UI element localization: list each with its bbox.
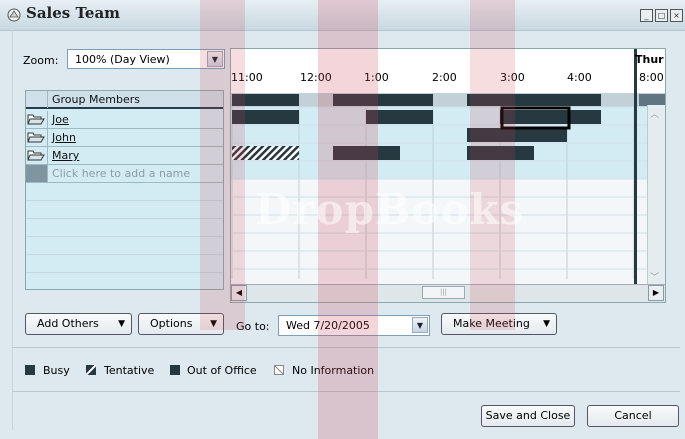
options-button[interactable]: Options ▼	[138, 313, 224, 335]
cancel-label: Cancel	[614, 409, 652, 422]
member-name[interactable]: John	[52, 131, 76, 144]
add-others-label: Add Others	[37, 317, 99, 330]
add-others-button[interactable]: Add Others ▼	[25, 313, 132, 335]
scroll-left-icon[interactable]: ◀	[231, 285, 247, 301]
frame-divider	[12, 30, 13, 430]
chevron-down-icon: ▼	[543, 319, 550, 329]
busy-block	[467, 94, 601, 106]
time-label: 3:00	[500, 71, 525, 84]
add-row-marker	[26, 165, 48, 182]
folder-open-icon	[26, 129, 48, 146]
legend-label: Busy	[43, 364, 70, 377]
chevron-up-icon[interactable]: ︿	[650, 107, 659, 120]
empty-row	[26, 237, 223, 255]
goto-date-select[interactable]: Wed 7/20/2005 ▼	[278, 315, 430, 336]
empty-row	[26, 201, 223, 219]
free-busy-grid[interactable]: 11:00 12:00 1:00 2:00 3:00 4:00 8:00 Thu…	[230, 48, 666, 303]
separator	[12, 347, 680, 348]
header-corner	[26, 91, 48, 108]
group-members-list: Group Members Joe John Mary Click here t…	[25, 90, 224, 290]
joe-busy-blocks	[232, 110, 601, 124]
minimize-icon[interactable]: _	[640, 9, 653, 22]
group-icon	[7, 8, 21, 22]
save-and-close-label: Save and Close	[485, 409, 571, 422]
no-information-swatch	[274, 365, 284, 375]
busy-block	[232, 110, 299, 124]
time-label: 4:00	[567, 71, 592, 84]
members-header: Group Members	[26, 91, 223, 109]
empty-row	[26, 255, 223, 273]
busy-block	[232, 94, 299, 106]
empty-row	[26, 183, 223, 201]
vertical-scrollbar[interactable]: ︿ ﹀	[647, 105, 665, 285]
member-row-joe[interactable]: Joe	[26, 111, 223, 129]
legend-label: Out of Office	[187, 364, 257, 377]
chevron-down-icon: ▼	[210, 319, 217, 329]
scheduling-window: Sales Team _ □ × Zoom: 100% (Day View) ▼…	[0, 0, 685, 439]
time-label: 12:00	[300, 71, 332, 84]
out-of-office-swatch	[170, 365, 180, 375]
legend-label: Tentative	[104, 364, 155, 377]
member-row-mary[interactable]: Mary	[26, 147, 223, 165]
zoom-label: Zoom:	[23, 54, 59, 67]
chevron-down-icon[interactable]: ▼	[412, 317, 428, 333]
busy-block	[467, 128, 567, 142]
goto-label: Go to:	[236, 320, 270, 333]
chevron-down-icon[interactable]: ﹀	[650, 270, 659, 283]
time-label: 11:00	[231, 71, 263, 84]
cancel-button[interactable]: Cancel	[587, 405, 679, 427]
folder-open-icon	[26, 111, 48, 128]
make-meeting-button[interactable]: Make Meeting ▼	[441, 313, 557, 335]
busy-block	[467, 146, 534, 160]
time-label: 1:00	[364, 71, 389, 84]
chevron-down-icon[interactable]: ▼	[207, 51, 223, 67]
folder-open-icon	[26, 147, 48, 164]
make-meeting-label: Make Meeting	[453, 317, 530, 330]
zoom-value: 100% (Day View)	[75, 53, 170, 66]
add-name-placeholder[interactable]: Click here to add a name	[52, 167, 190, 180]
goto-value: Wed 7/20/2005	[286, 319, 370, 332]
member-name[interactable]: Mary	[52, 149, 79, 162]
close-icon[interactable]: ×	[670, 9, 683, 22]
chevron-down-icon: ▼	[118, 319, 125, 329]
busy-block	[366, 110, 433, 124]
day-divider	[634, 49, 637, 287]
busy-block	[500, 110, 601, 124]
separator	[12, 391, 680, 392]
time-label: 8:00	[639, 71, 664, 84]
member-name[interactable]: Joe	[52, 113, 69, 126]
options-label: Options	[150, 317, 193, 330]
mary-busy-blocks	[232, 146, 534, 160]
restore-icon[interactable]: □	[655, 9, 668, 22]
time-label: 2:00	[432, 71, 457, 84]
members-header-label: Group Members	[52, 93, 140, 106]
free-busy-canvas	[231, 49, 665, 287]
day-label: Thur	[635, 53, 664, 66]
horizontal-scrollbar[interactable]: ◀ ||| ▶	[231, 284, 665, 302]
busy-swatch	[25, 365, 35, 375]
title-bar: Sales Team _ □ ×	[0, 0, 685, 31]
legend-label: No Information	[292, 364, 375, 377]
tentative-block	[232, 146, 299, 160]
scroll-right-icon[interactable]: ▶	[648, 285, 664, 301]
save-and-close-button[interactable]: Save and Close	[481, 405, 575, 427]
tentative-swatch	[86, 365, 96, 375]
busy-block	[333, 94, 433, 106]
member-row-john[interactable]: John	[26, 129, 223, 147]
zoom-select[interactable]: 100% (Day View) ▼	[67, 49, 225, 69]
empty-row	[26, 219, 223, 237]
busy-block	[333, 146, 400, 160]
scroll-thumb[interactable]: |||	[422, 286, 465, 299]
window-title: Sales Team	[26, 4, 121, 22]
john-busy-blocks	[467, 128, 567, 142]
add-name-row[interactable]: Click here to add a name	[26, 165, 223, 183]
